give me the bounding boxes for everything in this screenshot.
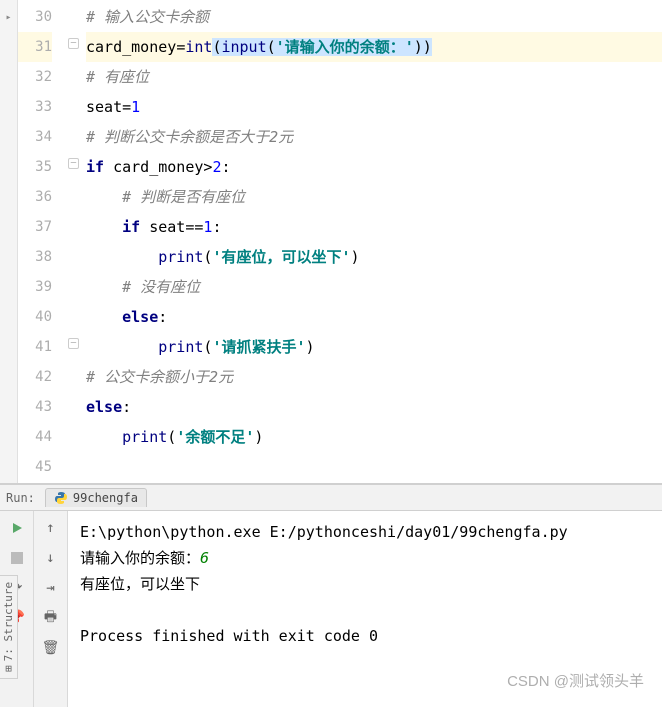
run-tab[interactable]: 99chengfa [45, 488, 147, 507]
code-line: print('请抓紧扶手') [86, 332, 662, 362]
run-header: Run: 99chengfa [0, 485, 662, 511]
project-icon[interactable]: ▸ [0, 12, 17, 23]
up-icon[interactable]: ↑ [40, 517, 62, 539]
line-number: 35 [18, 152, 52, 182]
structure-tool-tab[interactable]: ⊞ 7: Structure [0, 575, 18, 679]
line-number: 32 [18, 62, 52, 92]
code-line: # 判断是否有座位 [86, 182, 662, 212]
line-number: 34 [18, 122, 52, 152]
fold-marker-icon[interactable]: – [68, 158, 79, 169]
console-line: E:\python\python.exe E:/pythonceshi/day0… [80, 523, 568, 541]
line-number: 40 [18, 302, 52, 332]
fold-marker-icon[interactable]: – [68, 38, 79, 49]
trash-icon[interactable]: 🗑 [40, 637, 62, 659]
line-gutter: 30 31 32 33 34 35 36 37 38 39 40 41 42 4… [18, 0, 66, 483]
code-line: print('有座位，可以坐下') [86, 242, 662, 272]
console-line: 请输入你的余额：6 [80, 549, 209, 567]
code-line: else: [86, 302, 662, 332]
line-number: 36 [18, 182, 52, 212]
code-line: if seat==1: [86, 212, 662, 242]
line-number: 30 [18, 2, 52, 32]
code-line: # 判断公交卡余额是否大于2元 [86, 122, 662, 152]
down-icon[interactable]: ↓ [40, 547, 62, 569]
console-line: Process finished with exit code 0 [80, 627, 378, 645]
structure-icon: ⊞ [2, 665, 15, 672]
line-number: 37 [18, 212, 52, 242]
wrap-icon[interactable]: ⇥ [40, 577, 62, 599]
fold-marker-icon[interactable]: – [68, 338, 79, 349]
line-number: 43 [18, 392, 52, 422]
run-panel: Run: 99chengfa ⟳ 📌 ↑ ↓ ⇥ 🖶 🗑 E:\python\p [0, 483, 662, 707]
code-line: # 输入公交卡余额 [86, 2, 662, 32]
left-rail: ▸ [0, 0, 18, 483]
code-content[interactable]: # 输入公交卡余额 card_money=int(input('请输入你的余额：… [84, 0, 662, 483]
console-output[interactable]: E:\python\python.exe E:/pythonceshi/day0… [68, 511, 662, 707]
code-line [86, 452, 662, 482]
code-line: print('余额不足') [86, 422, 662, 452]
code-line: # 公交卡余额小于2元 [86, 362, 662, 392]
line-number: 45 [18, 452, 52, 482]
line-number: 39 [18, 272, 52, 302]
run-body: ⟳ 📌 ↑ ↓ ⇥ 🖶 🗑 E:\python\python.exe E:/py… [0, 511, 662, 707]
code-line: seat=1 [86, 92, 662, 122]
structure-label: 7: Structure [2, 582, 15, 661]
fold-column: – – – [66, 0, 84, 483]
run-button[interactable] [6, 517, 28, 539]
line-number: 44 [18, 422, 52, 452]
line-number: 42 [18, 362, 52, 392]
line-number: 33 [18, 92, 52, 122]
console-line: 有座位，可以坐下 [80, 575, 200, 593]
print-icon[interactable]: 🖶 [40, 607, 62, 629]
line-number: 31 [18, 32, 52, 62]
code-line: if card_money>2: [86, 152, 662, 182]
line-number: 38 [18, 242, 52, 272]
line-number: 41 [18, 332, 52, 362]
stop-button[interactable] [6, 547, 28, 569]
code-editor: ▸ 30 31 32 33 34 35 36 37 38 39 40 41 42… [0, 0, 662, 483]
code-line: else: [86, 392, 662, 422]
run-label: Run: [6, 491, 35, 505]
run-tab-label: 99chengfa [73, 491, 138, 505]
code-line: # 没有座位 [86, 272, 662, 302]
run-toolbar-right: ↑ ↓ ⇥ 🖶 🗑 [34, 511, 68, 707]
python-icon [54, 491, 68, 505]
code-line: # 有座位 [86, 62, 662, 92]
code-line: card_money=int(input('请输入你的余额：')) [86, 32, 662, 62]
